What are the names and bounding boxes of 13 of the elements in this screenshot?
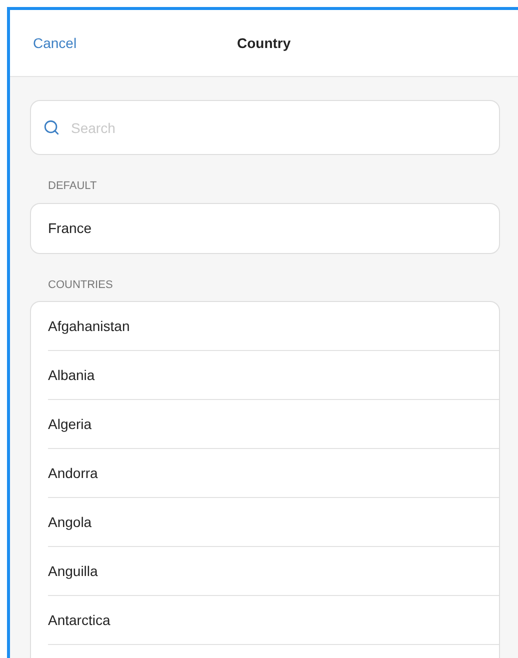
list-item[interactable]: Angola: [48, 498, 499, 547]
list-item[interactable]: Andorra: [48, 449, 499, 498]
window-title: Country: [237, 34, 291, 53]
list-item[interactable]: France: [48, 204, 499, 252]
section-header: COUNTRIES: [48, 278, 114, 292]
list-item[interactable]: Algeria: [48, 400, 499, 449]
list-item[interactable]: Albania: [48, 351, 499, 400]
list-item[interactable]: Afgahanistan: [48, 302, 499, 351]
list-item[interactable]: Antarctica: [48, 596, 499, 645]
section-header: DEFAULT: [48, 179, 98, 194]
search-icon: [43, 119, 60, 136]
list-item[interactable]: Anguilla: [48, 547, 499, 596]
cancel-button[interactable]: Cancel: [33, 32, 77, 54]
